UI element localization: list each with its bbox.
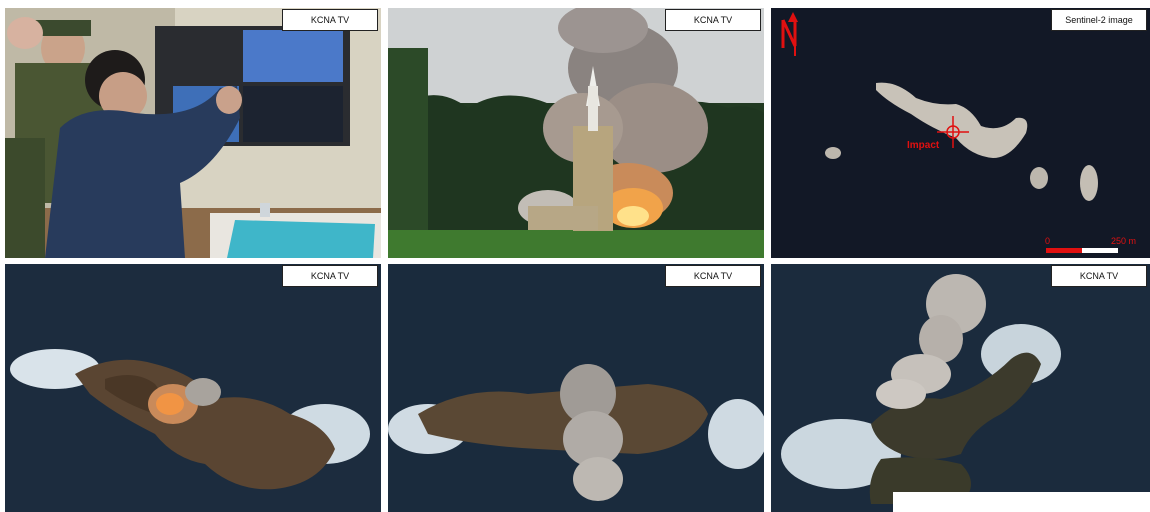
photo-panel-islet-explosion: KCNA TV [5, 264, 381, 512]
satellite-image-panel: Sentinel-2 image Impact 0 250 m [771, 8, 1150, 258]
photo-panel-missile-launch: KCNA TV [388, 8, 764, 258]
islet-plume-photo [771, 264, 1150, 512]
photo-panel-islet-plume: KCNA TV [771, 264, 1150, 512]
missile-launch-photo [388, 8, 764, 258]
photo-panel-islet-smoke: KCNA TV [388, 264, 764, 512]
photo-panel-leader-console: KCNA TV [5, 8, 381, 258]
islet-explosion-photo [5, 264, 381, 512]
satellite-photo [771, 8, 1150, 258]
source-label: Sentinel-2 image [1051, 9, 1147, 31]
source-label: KCNA TV [282, 265, 378, 287]
overlay-box [893, 492, 1150, 512]
source-label: KCNA TV [1051, 265, 1147, 287]
scale-start-label: 0 [1045, 236, 1051, 246]
source-label: KCNA TV [282, 9, 378, 31]
source-label: KCNA TV [665, 9, 761, 31]
leader-console-photo [5, 8, 381, 258]
impact-label: Impact [907, 140, 940, 151]
scale-end-label: 250 m [1111, 236, 1137, 246]
islet-smoke-photo [388, 264, 764, 512]
source-label: KCNA TV [665, 265, 761, 287]
